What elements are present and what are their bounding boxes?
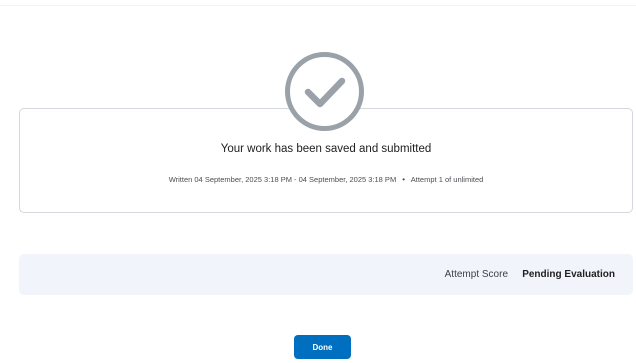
submission-confirmation-page: Your work has been saved and submitted W… xyxy=(0,0,636,363)
attempt-score-value: Pending Evaluation xyxy=(522,269,615,280)
success-message: Your work has been saved and submitted xyxy=(220,143,432,155)
attempt-score-label: Attempt Score xyxy=(444,269,508,280)
attempt-details: Written 04 September, 2025 3:18 PM - 04 … xyxy=(0,175,636,184)
bullet-separator: • xyxy=(402,175,406,184)
done-button[interactable]: Done xyxy=(294,335,351,359)
attempt-count: Attempt 1 of unlimited xyxy=(410,175,484,184)
top-divider xyxy=(0,5,636,6)
attempt-score-bar: Attempt Score Pending Evaluation xyxy=(19,254,633,295)
written-timestamp-range: Written 04 September, 2025 3:18 PM - 04 … xyxy=(168,175,397,184)
checkmark-circle-icon xyxy=(285,52,364,131)
